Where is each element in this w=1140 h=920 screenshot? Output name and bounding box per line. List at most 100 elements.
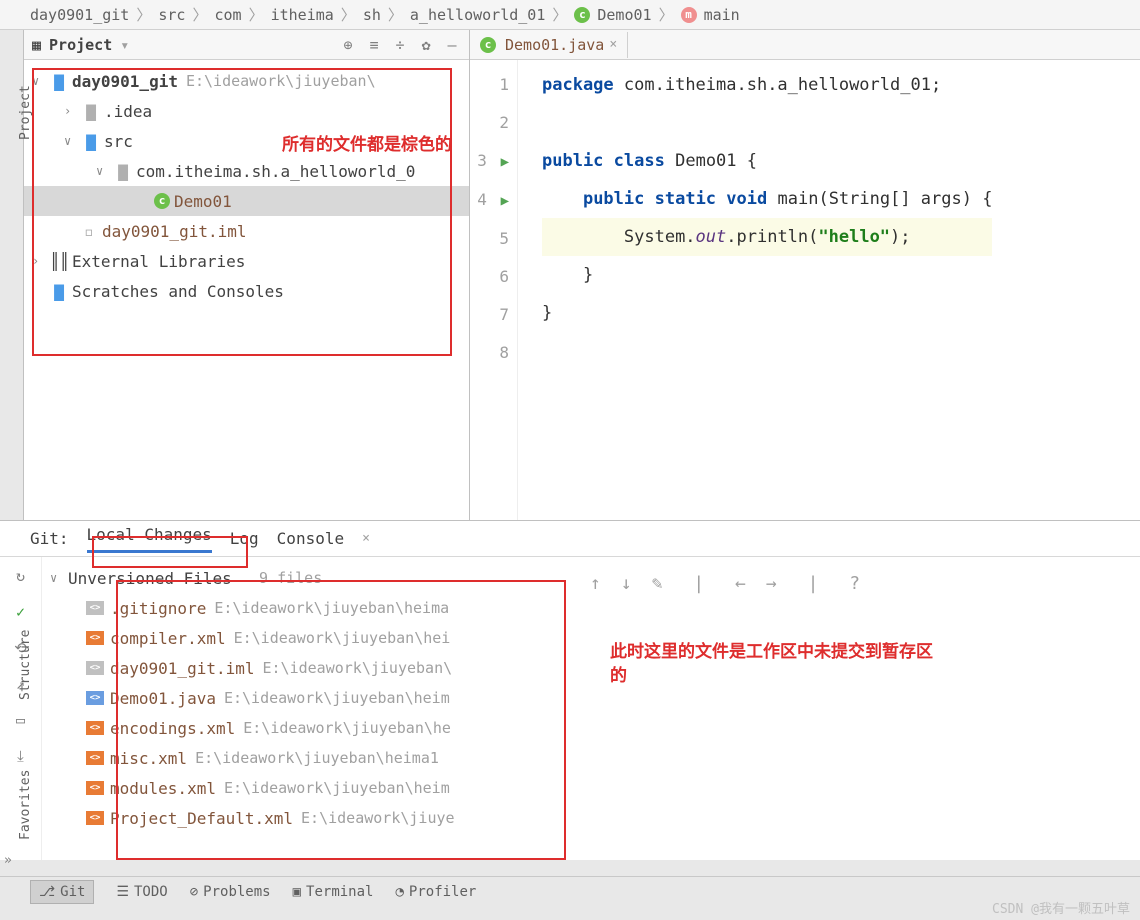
breadcrumb-class[interactable]: Demo01 — [597, 6, 651, 24]
breadcrumb-item[interactable]: a_helloworld_01 — [410, 6, 545, 24]
file-row[interactable]: <>.gitignoreE:\ideawork\jiuyeban\heima — [42, 593, 570, 623]
run-icon[interactable]: ▶ — [497, 154, 509, 170]
tree-item-scratches[interactable]: ▇Scratches and Consoles — [24, 276, 469, 306]
project-panel-title: Project — [49, 36, 112, 54]
gear-icon[interactable]: ✿ — [417, 36, 435, 54]
file-row[interactable]: <>Project_Default.xmlE:\ideawork\jiuye — [42, 803, 570, 833]
up-icon[interactable]: ↑ — [590, 573, 601, 594]
folder-icon: ▇ — [82, 102, 100, 121]
breadcrumb-item[interactable]: com — [214, 6, 241, 24]
line-number: 6 — [470, 258, 509, 296]
git-tab-local-changes[interactable]: Local Changes — [87, 525, 212, 553]
bottom-tab-problems[interactable]: ⊘Problems — [190, 884, 271, 900]
project-tree: ∨▇day0901_gitE:\ideawork\jiuyeban\ ›▇.id… — [24, 60, 469, 312]
chevron-down-icon[interactable]: ∨ — [32, 74, 50, 88]
tab-label: Demo01.java — [505, 36, 604, 54]
side-tab-strip: Project — [0, 30, 24, 520]
close-icon[interactable]: × — [362, 531, 370, 546]
refresh-icon[interactable]: ↻ — [16, 567, 25, 585]
filter-icon[interactable]: ÷ — [391, 36, 409, 54]
annotation-text: 所有的文件都是棕色的 — [282, 130, 452, 155]
file-type-icon: <> — [86, 601, 104, 615]
sort-icon[interactable]: ≡ — [365, 36, 383, 54]
dropdown-icon[interactable]: ▾ — [120, 36, 129, 54]
commit-icon[interactable]: ✓ — [16, 603, 25, 621]
git-tab-log[interactable]: Log — [230, 529, 259, 548]
hide-icon[interactable]: — — [443, 36, 461, 54]
chevron-down-icon[interactable]: ∨ — [50, 571, 68, 585]
changelist-icon[interactable]: ▭ — [16, 711, 25, 729]
bottom-toolbar: ⎇Git ☰TODO ⊘Problems ▣Terminal ◔Profiler — [0, 876, 1140, 906]
tree-label: src — [104, 132, 133, 151]
class-icon: c — [574, 7, 590, 23]
file-path: E:\ideawork\jiuyeban\hei — [226, 629, 451, 647]
tree-label: Scratches and Consoles — [72, 282, 284, 301]
sidebar-tab-structure[interactable]: Structure — [18, 630, 33, 700]
tree-path: E:\ideawork\jiuyeban\ — [178, 72, 376, 90]
line-number: 7 — [470, 296, 509, 334]
method-icon: m — [681, 7, 697, 23]
chevron-down-icon[interactable]: ∨ — [96, 164, 114, 178]
file-name: Project_Default.xml — [110, 809, 293, 828]
breadcrumb-item[interactable]: src — [158, 6, 185, 24]
chevron-right-icon[interactable]: › — [64, 104, 82, 118]
line-number: 5 — [470, 220, 509, 258]
changes-group[interactable]: ∨ Unversioned Files 9 files — [42, 563, 570, 593]
git-tabs: Git: Local Changes Log Console × — [0, 521, 1140, 557]
file-row[interactable]: <>encodings.xmlE:\ideawork\jiuyeban\he — [42, 713, 570, 743]
bottom-tab-todo[interactable]: ☰TODO — [116, 884, 167, 900]
download-icon[interactable]: ⤓ — [17, 747, 24, 765]
file-row[interactable]: <>day0901_git.imlE:\ideawork\jiuyeban\ — [42, 653, 570, 683]
tree-label: .idea — [104, 102, 152, 121]
file-type-icon: <> — [86, 751, 104, 765]
tree-item-demo[interactable]: cDemo01 — [24, 186, 469, 216]
forward-icon[interactable]: → — [766, 573, 777, 594]
tree-item-idea[interactable]: ›▇.idea — [24, 96, 469, 126]
target-icon[interactable]: ⊕ — [339, 36, 357, 54]
back-icon[interactable]: ← — [735, 573, 746, 594]
file-row[interactable]: <>compiler.xmlE:\ideawork\jiuyeban\hei — [42, 623, 570, 653]
run-icon[interactable]: ▶ — [497, 193, 509, 209]
file-row[interactable]: <>misc.xmlE:\ideawork\jiuyeban\heima1 — [42, 743, 570, 773]
file-name: compiler.xml — [110, 629, 226, 648]
file-path: E:\ideawork\jiuyeban\heim — [216, 689, 450, 707]
collapse-icon[interactable]: » — [4, 853, 12, 868]
breadcrumb: day0901_git〉 src〉 com〉 itheima〉 sh〉 a_he… — [0, 0, 1140, 30]
file-row[interactable]: <>modules.xmlE:\ideawork\jiuyeban\heim — [42, 773, 570, 803]
file-type-icon: <> — [86, 781, 104, 795]
chevron-right-icon[interactable]: › — [32, 254, 50, 268]
down-icon[interactable]: ↓ — [621, 573, 632, 594]
edit-icon[interactable]: ✎ — [652, 573, 663, 594]
code-editor[interactable]: 1 2 3 ▶ 4 ▶ 5 6 7 8 package com.itheima.… — [470, 60, 1140, 520]
editor-tabbar: c Demo01.java × — [470, 30, 1140, 60]
profiler-icon: ◔ — [395, 884, 403, 900]
tree-item-iml[interactable]: ▫day0901_git.iml — [24, 216, 469, 246]
file-path: E:\ideawork\jiuyeban\heima1 — [187, 749, 439, 767]
scratches-icon: ▇ — [50, 282, 68, 301]
bottom-tab-profiler[interactable]: ◔Profiler — [395, 884, 476, 900]
line-number: 2 — [470, 104, 509, 142]
breadcrumb-item[interactable]: itheima — [271, 6, 334, 24]
class-icon: c — [154, 193, 170, 209]
breadcrumb-method[interactable]: main — [704, 6, 740, 24]
file-row[interactable]: <>Demo01.javaE:\ideawork\jiuyeban\heim — [42, 683, 570, 713]
git-tab-console[interactable]: Console — [277, 529, 344, 548]
file-type-icon: <> — [86, 691, 104, 705]
tree-root[interactable]: ∨▇day0901_gitE:\ideawork\jiuyeban\ — [24, 66, 469, 96]
breadcrumb-item[interactable]: sh — [363, 6, 381, 24]
chevron-down-icon[interactable]: ∨ — [64, 134, 82, 148]
help-icon[interactable]: ? — [849, 573, 860, 594]
tree-item-package[interactable]: ∨▇com.itheima.sh.a_helloworld_0 — [24, 156, 469, 186]
close-icon[interactable]: × — [609, 37, 617, 52]
bottom-tab-terminal[interactable]: ▣Terminal — [293, 884, 374, 900]
bottom-tab-git[interactable]: ⎇Git — [30, 880, 94, 904]
breadcrumb-item[interactable]: day0901_git — [30, 6, 129, 24]
file-name: modules.xml — [110, 779, 216, 798]
tree-item-ext-lib[interactable]: ›║║External Libraries — [24, 246, 469, 276]
warning-icon: ⊘ — [190, 884, 198, 900]
project-tree-icon: ▦ — [32, 36, 41, 54]
file-name: day0901_git.iml — [110, 659, 255, 678]
sidebar-tab-favorites[interactable]: Favorites — [18, 770, 33, 840]
editor-tab[interactable]: c Demo01.java × — [470, 32, 628, 58]
code-content[interactable]: package com.itheima.sh.a_helloworld_01; … — [518, 60, 992, 520]
